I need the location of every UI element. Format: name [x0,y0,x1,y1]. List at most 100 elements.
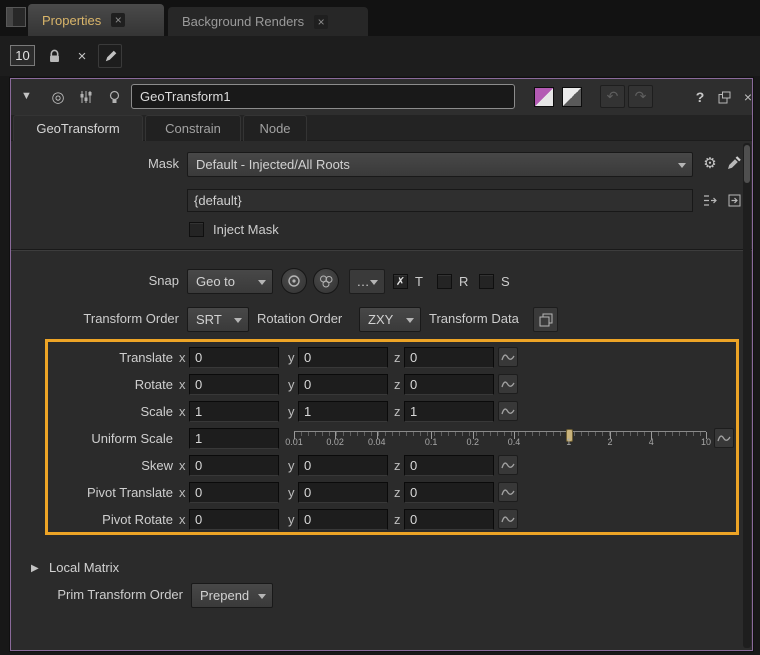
close-icon[interactable]: × [111,13,125,27]
tick-label: 0.02 [326,437,344,447]
color-swatch-button-1[interactable] [534,87,554,107]
translate-x-input[interactable] [189,347,279,368]
float-window-icon[interactable] [713,87,735,107]
bulb-icon[interactable] [103,87,125,107]
mask-dropdown[interactable]: Default - Injected/All Roots [187,152,693,177]
close-icon[interactable]: × [314,15,328,29]
snap-r-checkbox[interactable] [437,274,452,289]
skew-label: Skew [48,455,173,476]
target-icon[interactable]: ◎ [47,87,69,107]
tick-label: 0.04 [368,437,386,447]
prim-transform-order-label: Prim Transform Order [11,583,183,607]
transform-data-copy-icon[interactable] [533,307,558,332]
snap-label: Snap [11,269,179,293]
node-name-field[interactable]: GeoTransform1 [131,84,515,109]
snap-dropdown-value: Geo to [196,274,235,289]
mask-expression-input[interactable] [187,189,693,212]
axis-x-label: x [179,482,186,503]
uniform-scale-input[interactable] [189,428,279,449]
inject-mask-checkbox[interactable] [189,222,204,237]
assign-location-icon[interactable] [723,189,745,211]
prim-transform-order-dropdown[interactable]: Prepend [191,583,273,608]
snap-dropdown[interactable]: Geo to [187,269,273,294]
skew-z-input[interactable] [404,455,494,476]
undo-icon[interactable]: ↶ [600,85,625,108]
rotation-order-label: Rotation Order [257,307,342,331]
expand-icon[interactable]: ▶ [31,563,39,574]
rotate-y-input[interactable] [298,374,388,395]
pivot-rotate-y-input[interactable] [298,509,388,530]
rotate-z-input[interactable] [404,374,494,395]
transform-order-dropdown[interactable]: SRT [187,307,249,332]
dropdown-arrow-icon [258,280,266,285]
help-glyph: ? [696,89,705,105]
scale-y-input[interactable] [298,401,388,422]
pivot-rotate-z-input[interactable] [404,509,494,530]
scale-z-input[interactable] [404,401,494,422]
skew-x-input[interactable] [189,455,279,476]
curve-icon[interactable] [498,509,518,529]
collapse-icon[interactable]: ▼ [21,90,32,102]
sliders-icon[interactable] [75,87,97,107]
clear-icon[interactable]: × [70,44,94,68]
gear-icon[interactable]: ⚙ [699,152,721,174]
translate-label: Translate [48,347,173,368]
translate-z-input[interactable] [404,347,494,368]
snap-target-icon[interactable] [281,268,307,294]
prim-transform-order-value: Prepend [200,588,249,603]
translate-row: Translate x y z [48,347,736,368]
axis-z-label: z [394,401,401,422]
curve-icon[interactable] [498,482,518,502]
help-icon[interactable]: ? [689,87,711,107]
tab-node[interactable]: Node [243,115,307,141]
axis-y-label: y [288,374,295,395]
lock-icon[interactable] [42,44,66,68]
snap-points-icon[interactable] [313,268,339,294]
axis-y-label: y [288,482,295,503]
curve-icon[interactable] [498,455,518,475]
color-swatch-button-2[interactable] [562,87,582,107]
pivot-rotate-label: Pivot Rotate [48,509,173,530]
axis-y-label: y [288,455,295,476]
checkmark-x-icon: ✗ [396,275,405,288]
axis-y-label: y [288,401,295,422]
pivot-translate-x-input[interactable] [189,482,279,503]
pane-layout-icon[interactable] [6,7,26,27]
scale-x-input[interactable] [189,401,279,422]
snap-more-button[interactable]: … [349,269,385,294]
pivot-translate-y-input[interactable] [298,482,388,503]
rotate-x-input[interactable] [189,374,279,395]
axis-z-label: z [394,482,401,503]
eyedropper-icon[interactable] [723,152,745,174]
pivot-translate-z-input[interactable] [404,482,494,503]
curve-icon[interactable] [498,347,518,367]
tab-background-renders[interactable]: Background Renders × [168,7,368,36]
rotation-order-value: ZXY [368,312,393,327]
rotate-row: Rotate x y z [48,374,736,395]
tab-properties[interactable]: Properties × [28,4,164,36]
max-nodes-field[interactable]: 10 [10,45,35,66]
scenegraph-list-icon[interactable] [699,189,721,211]
curve-icon[interactable] [498,374,518,394]
parameter-tabs: GeoTransform Constrain Node [11,115,752,141]
scrollbar-thumb[interactable] [744,145,750,183]
curve-icon[interactable] [714,428,734,448]
close-panel-icon[interactable]: × [737,87,759,107]
curve-icon[interactable] [498,401,518,421]
scrollbar[interactable] [743,143,751,648]
edit-pencil-icon[interactable] [98,44,122,68]
snap-s-checkbox[interactable] [479,274,494,289]
axis-x-label: x [179,374,186,395]
rotation-order-dropdown[interactable]: ZXY [359,307,421,332]
translate-y-input[interactable] [298,347,388,368]
pivot-rotate-x-input[interactable] [189,509,279,530]
redo-icon[interactable]: ↷ [628,85,653,108]
snap-t-checkbox[interactable]: ✗ [393,274,408,289]
skew-row: Skew x y z [48,455,736,476]
tab-constrain[interactable]: Constrain [145,115,241,141]
tab-geotransform[interactable]: GeoTransform [13,115,143,141]
tick-label: 1 [566,437,571,447]
skew-y-input[interactable] [298,455,388,476]
tick-label: 4 [649,437,654,447]
uniform-scale-slider[interactable]: 0.01 0.02 0.04 0.1 0.2 0.4 1 2 4 10 [286,428,714,449]
